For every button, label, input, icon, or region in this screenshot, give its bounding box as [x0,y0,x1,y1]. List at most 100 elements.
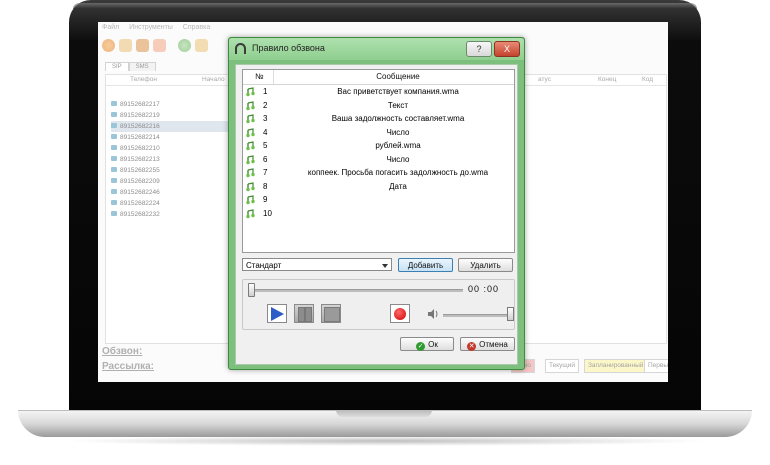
laptop-screen: Файл Инструменты Справка SIP SMS Телефон… [98,22,668,382]
seek-slider-thumb[interactable] [248,283,255,297]
row-number: 6 [263,154,268,164]
col-message: Сообщение [376,72,420,81]
row-number: 9 [263,195,268,204]
seek-track[interactable] [251,289,463,292]
audio-note-icon [246,208,255,218]
laptop-shadow [60,436,710,446]
phone-icon [111,145,117,150]
table-row[interactable]: 89152682246 [111,187,231,198]
background-tabs: SIP SMS [105,62,156,71]
table-row[interactable]: 89152682209 [111,176,231,187]
row-message: Число [386,127,410,137]
list-item[interactable]: 9 [243,193,514,207]
audio-note-icon [246,114,255,124]
add-button[interactable]: Добавить [398,258,453,272]
list-item[interactable]: 2 Текст [243,99,514,113]
menu-help[interactable]: Справка [183,24,210,31]
document-icon[interactable] [153,39,166,52]
row-message: Вас приветствует компания.wma [337,87,459,96]
edit-icon[interactable] [195,39,208,52]
save-icon[interactable] [136,39,149,52]
table-row[interactable]: 89152682216 [111,121,231,132]
dialog-title-bar[interactable]: Правило обзвона ? X [229,38,524,60]
row-number: 10 [263,208,272,218]
phone-icon [111,156,117,161]
spacer-icon [170,39,174,52]
header-separator [273,70,274,84]
play-button[interactable] [267,304,287,323]
laptop-lid-highlight [73,3,697,9]
list-item[interactable]: 6 Число [243,153,514,167]
menu-tools[interactable]: Инструменты [129,24,173,31]
list-item[interactable]: 7 коппеек. Просьба погасить задолжность д… [243,166,514,180]
help-button[interactable]: ? [466,41,492,57]
list-item[interactable]: 8 Дата [243,180,514,194]
phone-icon [111,178,117,183]
ok-button-label: Ок [428,340,438,349]
delete-button[interactable]: Удалить [458,258,513,272]
profile-select-value: Стандарт [246,261,282,270]
volume-track[interactable] [443,314,513,317]
phone-icon [111,189,117,194]
background-phone-list: 89152682217 89152682219 89152682216 8915… [111,99,231,220]
menu-file[interactable]: Файл [102,24,119,31]
pause-icon-bar [305,307,312,322]
rassylka-label: Рассылка: [102,361,155,372]
tab-sms[interactable]: SMS [128,62,156,71]
dialog-title: Правило обзвона [252,43,325,53]
profile-select[interactable]: Стандарт [242,258,392,271]
headset-icon [235,43,246,54]
time-display: 00 :00 [468,284,500,294]
phone-icon [111,134,117,139]
open-folder-icon[interactable] [119,39,132,52]
list-item[interactable]: 5 рублей.wma [243,139,514,153]
col-start: Начало [202,76,225,83]
cancel-icon: ✕ [467,342,477,351]
ok-button[interactable]: ✓ Ок [400,337,454,351]
audio-note-icon [246,154,255,164]
table-row[interactable]: 89152682224 [111,198,231,209]
add-icon[interactable] [102,39,115,52]
message-list[interactable]: № Сообщение 1 Вас приветствует компания.w… [242,69,515,253]
phone-icon [111,211,117,216]
list-item[interactable]: 1 Вас приветствует компания.wma [243,85,514,99]
list-item[interactable]: 10 [243,207,514,221]
stop-button[interactable] [321,304,341,323]
close-button[interactable]: X [494,41,520,57]
list-item[interactable]: 4 Число [243,126,514,140]
phone-icon [111,200,117,205]
pause-button[interactable] [294,304,314,323]
row-message: Текст [387,100,409,110]
audio-note-icon [246,168,255,178]
audio-note-icon [246,100,255,110]
row-message: Число [386,154,410,164]
list-item[interactable]: 3 Ваша задолжность составляет.wma [243,112,514,126]
dialog-body: № Сообщение 1 Вас приветствует компания.w… [235,64,518,365]
table-row[interactable]: 89152682217 [111,99,231,110]
stop-icon [324,307,340,322]
row-number: 7 [263,168,268,177]
phone-icon [111,123,117,128]
table-row[interactable]: 89152682210 [111,143,231,154]
volume-slider-thumb[interactable] [507,307,514,321]
table-row[interactable]: 89152682219 [111,110,231,121]
row-number: 8 [263,181,268,191]
row-message: Дата [389,181,407,191]
tab-sip[interactable]: SIP [105,62,129,71]
message-rows: 1 Вас приветствует компания.wma 2 Текст 3 Ваш… [243,85,514,220]
legend-first: Первый [644,359,668,373]
table-row[interactable]: 89152682232 [111,209,231,220]
row-message: рублей.wma [375,141,421,150]
call-rule-dialog: Правило обзвона ? X № Сообщение 1 Вас при… [228,37,525,370]
table-row[interactable]: 89152682214 [111,132,231,143]
col-number: № [255,72,264,81]
audio-note-icon [246,181,255,191]
background-status-labels: Обзвон: Рассылка: [102,344,154,374]
call-icon[interactable] [178,39,191,52]
record-button[interactable] [390,304,410,323]
table-row[interactable]: 89152682255 [111,165,231,176]
chevron-down-icon [382,264,388,268]
table-row[interactable]: 89152682213 [111,154,231,165]
cancel-button[interactable]: ✕ Отмена [460,337,515,351]
row-message: Ваша задолжность составляет.wma [331,114,465,123]
